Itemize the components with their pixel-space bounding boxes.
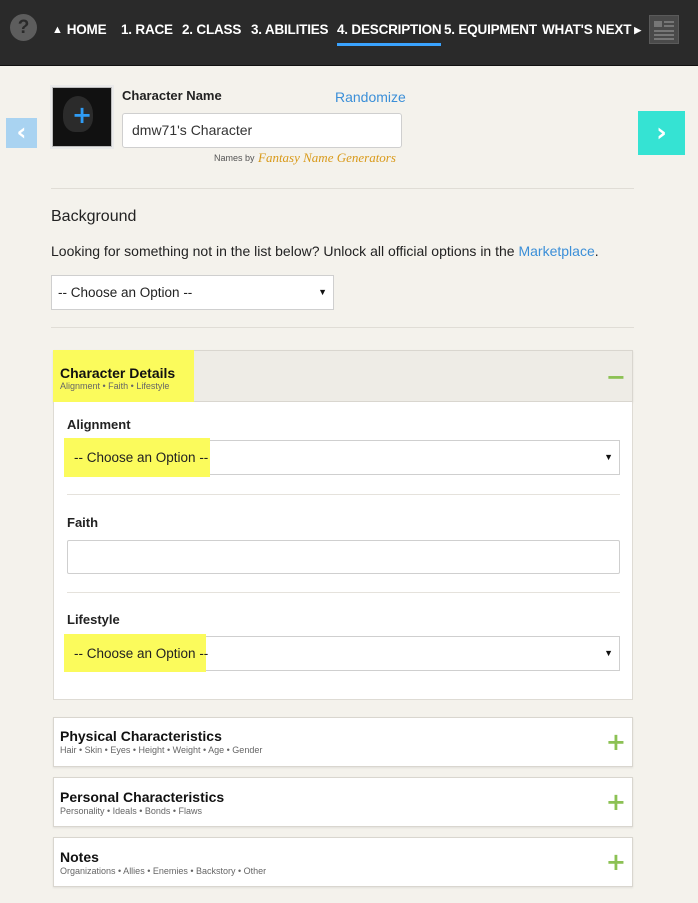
background-description: Looking for something not in the list be… — [51, 243, 599, 259]
expand-icon[interactable]: + — [606, 850, 626, 874]
expand-icon[interactable]: + — [606, 790, 626, 814]
faith-label: Faith — [67, 515, 99, 530]
character-details-subtitle: Alignment • Faith • Lifestyle — [60, 381, 170, 391]
nav-abilities[interactable]: 3. ABILITIES — [251, 22, 329, 37]
expand-icon[interactable]: + — [606, 730, 626, 754]
previous-step-button[interactable]: ‹ — [6, 118, 37, 148]
nav-race[interactable]: 1. RACE — [121, 22, 173, 37]
help-icon[interactable]: ? — [10, 14, 37, 41]
marketplace-link[interactable]: Marketplace — [518, 243, 594, 259]
nav-home[interactable]: ▲ HOME — [52, 22, 107, 37]
personal-characteristics-title: Personal Characteristics — [60, 789, 225, 805]
active-tab-underline — [337, 43, 442, 46]
chevron-right-icon: ▶ — [634, 25, 641, 35]
names-by-label: Names by — [214, 153, 255, 163]
alignment-select[interactable]: -- Choose an Option -- ▼ — [64, 438, 620, 477]
fantasy-name-generators-logo[interactable]: Fantasy Name Generators — [258, 150, 396, 166]
add-portrait-icon: + — [71, 101, 93, 129]
home-icon: ▲ — [52, 24, 63, 36]
notes-header[interactable]: Notes Organizations • Allies • Enemies •… — [53, 837, 633, 887]
nav-whats-next[interactable]: WHAT'S NEXT ▶ — [542, 22, 641, 37]
nav-whats-next-label: WHAT'S NEXT — [542, 22, 632, 37]
notes-subtitle: Organizations • Allies • Enemies • Backs… — [60, 866, 267, 876]
dropdown-caret-icon: ▼ — [604, 452, 613, 462]
character-sheet-icon[interactable] — [649, 15, 679, 44]
nav-description[interactable]: 4. DESCRIPTION — [337, 22, 442, 46]
lifestyle-select[interactable]: -- Choose an Option -- ▼ — [64, 634, 620, 672]
alignment-select-value: -- Choose an Option -- — [74, 450, 209, 465]
physical-characteristics-title: Physical Characteristics — [60, 728, 222, 744]
next-step-button[interactable]: › — [638, 111, 685, 155]
dropdown-caret-icon: ▼ — [604, 648, 613, 658]
divider — [67, 494, 620, 495]
divider — [51, 188, 634, 189]
divider — [51, 327, 634, 328]
character-details-title: Character Details — [60, 365, 176, 381]
personal-characteristics-subtitle: Personality • Ideals • Bonds • Flaws — [60, 806, 203, 816]
nav-class[interactable]: 2. CLASS — [182, 22, 241, 37]
background-select-value: -- Choose an Option -- — [58, 285, 193, 300]
background-heading: Background — [51, 208, 137, 225]
top-nav-bar: ? ▲ HOME 1. RACE 2. CLASS 3. ABILITIES 4.… — [0, 0, 698, 66]
background-select[interactable]: -- Choose an Option -- ▼ — [51, 275, 334, 310]
nav-equipment[interactable]: 5. EQUIPMENT — [444, 22, 537, 37]
dropdown-caret-icon: ▼ — [318, 287, 327, 297]
character-name-label: Character Name — [122, 88, 222, 103]
collapse-icon[interactable]: − — [606, 365, 626, 389]
physical-characteristics-subtitle: Hair • Skin • Eyes • Height • Weight • A… — [60, 745, 263, 755]
divider — [67, 592, 620, 593]
personal-characteristics-header[interactable]: Personal Characteristics Personality • I… — [53, 777, 633, 827]
character-name-input[interactable]: dmw71's Character — [122, 113, 402, 148]
physical-characteristics-header[interactable]: Physical Characteristics Hair • Skin • E… — [53, 717, 633, 767]
character-details-header[interactable]: Character Details Alignment • Faith • Li… — [53, 350, 633, 402]
notes-title: Notes — [60, 849, 99, 865]
randomize-name-link[interactable]: Randomize — [335, 89, 406, 105]
alignment-label: Alignment — [67, 417, 131, 432]
lifestyle-select-value: -- Choose an Option -- — [74, 646, 209, 661]
lifestyle-label: Lifestyle — [67, 612, 120, 627]
character-portrait-upload[interactable]: + — [52, 87, 112, 147]
nav-description-label: 4. DESCRIPTION — [337, 22, 442, 37]
nav-home-label: HOME — [66, 22, 107, 37]
faith-input[interactable] — [67, 540, 620, 574]
